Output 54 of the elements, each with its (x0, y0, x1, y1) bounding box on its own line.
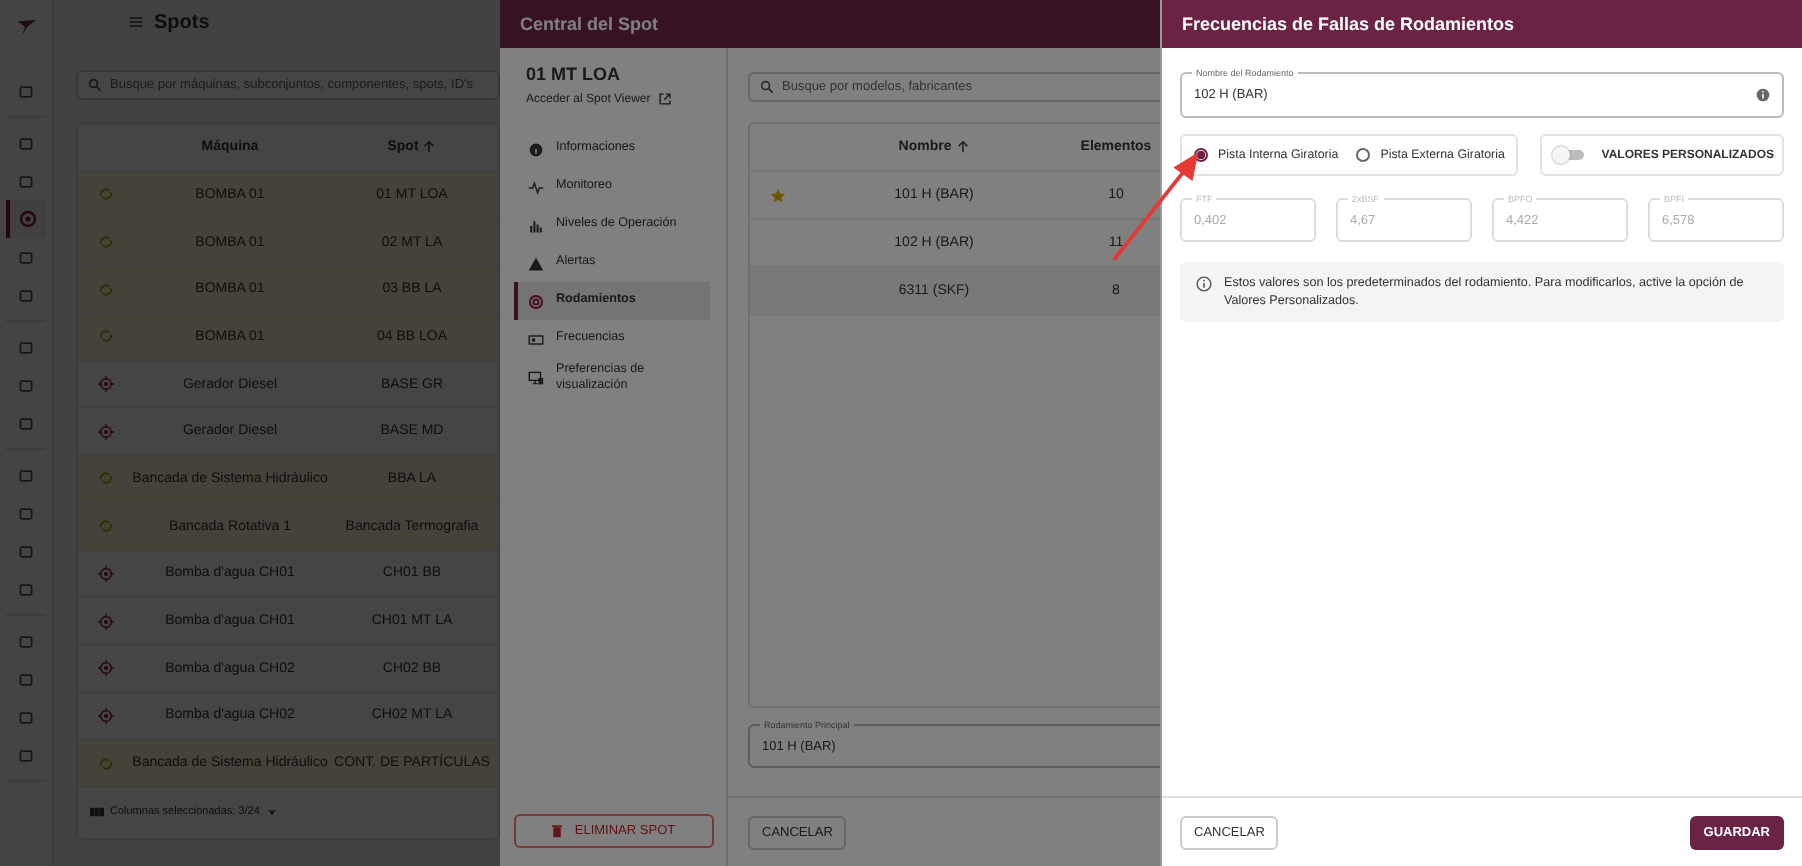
caret-icon[interactable] (265, 806, 278, 819)
target-icon (98, 376, 114, 393)
square-icon[interactable] (18, 249, 34, 265)
loop-icon (98, 755, 114, 772)
monitor-icon (528, 370, 544, 386)
square-icon[interactable] (18, 467, 34, 483)
loop-icon (98, 281, 114, 298)
menu-icon[interactable] (128, 14, 144, 30)
target-icon (98, 565, 114, 582)
square-icon[interactable] (18, 173, 34, 189)
loop-icon (98, 234, 114, 251)
target-icon (98, 423, 114, 440)
spot-name: 01 MT LOA (526, 64, 623, 84)
search-icon (88, 78, 102, 92)
square-icon[interactable] (18, 415, 34, 431)
columns-icon (90, 806, 104, 819)
square-icon[interactable] (18, 747, 34, 763)
logo-icon (15, 16, 37, 38)
card-icon (528, 331, 544, 347)
target-icon (98, 707, 114, 724)
sort-arrow-icon[interactable] (422, 140, 437, 154)
loop-icon (98, 470, 114, 487)
square-icon[interactable] (18, 633, 34, 649)
dialog-title: Frecuencias de Fallas de Rodamientos (1182, 14, 1515, 34)
info-icon (1196, 276, 1212, 292)
radio-button[interactable] (1356, 148, 1371, 162)
loop-icon (98, 186, 114, 203)
star-icon[interactable] (770, 187, 786, 203)
square-icon[interactable] (18, 287, 34, 303)
sort-arrow-icon[interactable] (955, 140, 970, 154)
square-icon[interactable] (18, 671, 34, 687)
square-icon[interactable] (18, 339, 34, 355)
loop-icon (98, 518, 114, 535)
bar-chart-icon (528, 217, 544, 233)
square-icon[interactable] (18, 543, 34, 559)
info-icon (528, 141, 544, 157)
square-icon[interactable] (18, 135, 34, 151)
warning-icon (528, 255, 544, 271)
square-icon[interactable] (18, 83, 34, 99)
pulse-icon (528, 179, 544, 195)
loop-icon (98, 328, 114, 345)
square-icon[interactable] (18, 377, 34, 393)
target-icon (98, 613, 114, 630)
target-icon (98, 660, 114, 677)
external-link-icon[interactable] (658, 92, 673, 106)
toggle-switch[interactable] (1555, 150, 1584, 160)
target-icon (528, 293, 544, 309)
info-icon[interactable] (1756, 88, 1770, 102)
panel-title: Central del Spot (520, 14, 659, 34)
trash-icon (552, 824, 563, 838)
search-icon (760, 80, 774, 94)
square-icon[interactable] (18, 505, 34, 521)
square-icon[interactable] (18, 581, 34, 597)
square-icon[interactable] (18, 709, 34, 725)
